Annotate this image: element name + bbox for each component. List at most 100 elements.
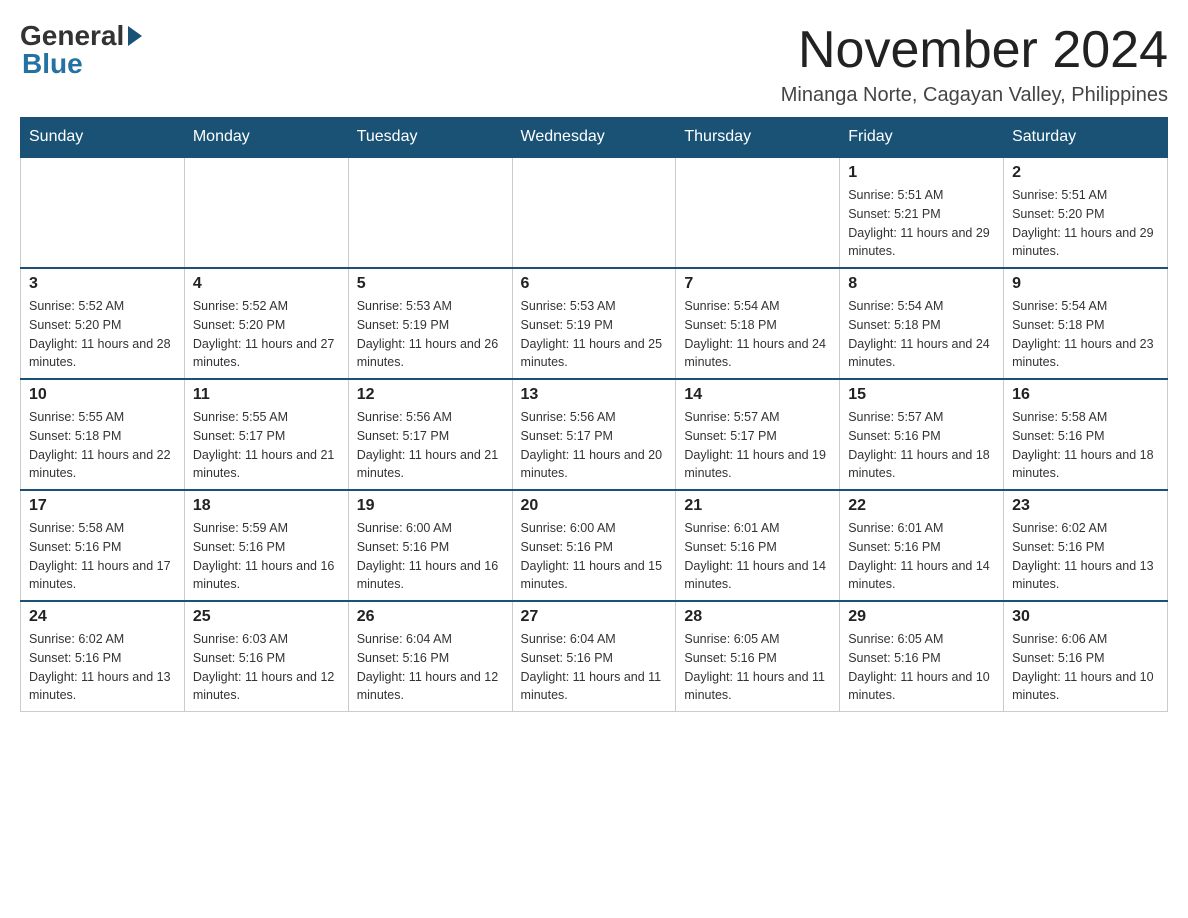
day-info: Sunrise: 6:00 AMSunset: 5:16 PMDaylight:… xyxy=(357,519,504,594)
calendar-day-cell: 26Sunrise: 6:04 AMSunset: 5:16 PMDayligh… xyxy=(348,601,512,712)
day-number: 10 xyxy=(29,386,176,404)
calendar-day-cell: 18 Sunrise: 5:59 AMSunset: 5:16 PMDayligh… xyxy=(184,490,348,601)
day-info: Sunrise: 5:55 AMSunset: 5:17 PMDaylight:… xyxy=(193,408,340,483)
day-info: Sunrise: 5:55 AMSunset: 5:18 PMDaylight:… xyxy=(29,408,176,483)
calendar-day-cell: 1 Sunrise: 5:51 AMSunset: 5:21 PMDaylight… xyxy=(840,157,1004,268)
title-section: November 2024 Minanga Norte, Cagayan Val… xyxy=(781,20,1168,107)
calendar-table: SundayMondayTuesdayWednesdayThursdayFrid… xyxy=(20,117,1168,712)
calendar-week-row: 1 Sunrise: 5:51 AMSunset: 5:21 PMDaylight… xyxy=(21,157,1168,268)
calendar-day-cell: 28 Sunrise: 6:05 AMSunset: 5:16 PMDayligh… xyxy=(676,601,840,712)
calendar-day-cell: 7Sunrise: 5:54 AMSunset: 5:18 PMDaylight… xyxy=(676,268,840,379)
day-number: 18 xyxy=(193,497,340,515)
calendar-day-cell: 27Sunrise: 6:04 AMSunset: 5:16 PMDayligh… xyxy=(512,601,676,712)
calendar-day-cell xyxy=(512,157,676,268)
day-number: 1 xyxy=(848,164,995,182)
day-number: 12 xyxy=(357,386,504,404)
calendar-day-cell: 16 Sunrise: 5:58 AMSunset: 5:16 PMDayligh… xyxy=(1004,379,1168,490)
day-info: Sunrise: 6:03 AMSunset: 5:16 PMDaylight:… xyxy=(193,630,340,705)
day-number: 25 xyxy=(193,608,340,626)
calendar-day-cell: 25 Sunrise: 6:03 AMSunset: 5:16 PMDayligh… xyxy=(184,601,348,712)
calendar-day-cell: 5 Sunrise: 5:53 AMSunset: 5:19 PMDaylight… xyxy=(348,268,512,379)
calendar-day-cell: 24 Sunrise: 6:02 AMSunset: 5:16 PMDayligh… xyxy=(21,601,185,712)
logo-text-blue: Blue xyxy=(22,48,83,80)
day-info: Sunrise: 6:04 AMSunset: 5:16 PMDaylight:… xyxy=(357,630,504,705)
calendar-header-row: SundayMondayTuesdayWednesdayThursdayFrid… xyxy=(21,118,1168,158)
calendar-day-cell: 23 Sunrise: 6:02 AMSunset: 5:16 PMDayligh… xyxy=(1004,490,1168,601)
day-number: 9 xyxy=(1012,275,1159,293)
page-header: General Blue November 2024 Minanga Norte… xyxy=(20,20,1168,107)
day-info: Sunrise: 5:51 AMSunset: 5:21 PMDaylight:… xyxy=(848,186,995,261)
calendar-day-header: Monday xyxy=(184,118,348,158)
day-info: Sunrise: 5:52 AMSunset: 5:20 PMDaylight:… xyxy=(193,297,340,372)
day-number: 24 xyxy=(29,608,176,626)
day-info: Sunrise: 5:56 AMSunset: 5:17 PMDaylight:… xyxy=(521,408,668,483)
day-info: Sunrise: 5:54 AMSunset: 5:18 PMDaylight:… xyxy=(684,297,831,372)
day-info: Sunrise: 5:53 AMSunset: 5:19 PMDaylight:… xyxy=(357,297,504,372)
day-info: Sunrise: 5:59 AMSunset: 5:16 PMDaylight:… xyxy=(193,519,340,594)
calendar-day-cell xyxy=(676,157,840,268)
day-number: 6 xyxy=(521,275,668,293)
day-info: Sunrise: 5:58 AMSunset: 5:16 PMDaylight:… xyxy=(29,519,176,594)
day-number: 5 xyxy=(357,275,504,293)
calendar-day-header: Sunday xyxy=(21,118,185,158)
calendar-day-cell xyxy=(184,157,348,268)
calendar-week-row: 17Sunrise: 5:58 AMSunset: 5:16 PMDayligh… xyxy=(21,490,1168,601)
calendar-day-cell: 19 Sunrise: 6:00 AMSunset: 5:16 PMDayligh… xyxy=(348,490,512,601)
calendar-day-cell: 6 Sunrise: 5:53 AMSunset: 5:19 PMDaylight… xyxy=(512,268,676,379)
calendar-day-header: Thursday xyxy=(676,118,840,158)
day-number: 19 xyxy=(357,497,504,515)
calendar-day-cell: 15 Sunrise: 5:57 AMSunset: 5:16 PMDayligh… xyxy=(840,379,1004,490)
day-info: Sunrise: 6:05 AMSunset: 5:16 PMDaylight:… xyxy=(848,630,995,705)
calendar-day-cell: 14 Sunrise: 5:57 AMSunset: 5:17 PMDayligh… xyxy=(676,379,840,490)
calendar-day-cell: 3 Sunrise: 5:52 AMSunset: 5:20 PMDaylight… xyxy=(21,268,185,379)
calendar-day-cell xyxy=(348,157,512,268)
day-info: Sunrise: 5:57 AMSunset: 5:16 PMDaylight:… xyxy=(848,408,995,483)
logo: General Blue xyxy=(20,20,142,80)
day-number: 11 xyxy=(193,386,340,404)
calendar-week-row: 24 Sunrise: 6:02 AMSunset: 5:16 PMDayligh… xyxy=(21,601,1168,712)
calendar-day-header: Tuesday xyxy=(348,118,512,158)
calendar-week-row: 10 Sunrise: 5:55 AMSunset: 5:18 PMDayligh… xyxy=(21,379,1168,490)
day-number: 16 xyxy=(1012,386,1159,404)
day-info: Sunrise: 5:57 AMSunset: 5:17 PMDaylight:… xyxy=(684,408,831,483)
calendar-day-cell: 2Sunrise: 5:51 AMSunset: 5:20 PMDaylight… xyxy=(1004,157,1168,268)
day-info: Sunrise: 6:02 AMSunset: 5:16 PMDaylight:… xyxy=(29,630,176,705)
calendar-day-cell: 12Sunrise: 5:56 AMSunset: 5:17 PMDayligh… xyxy=(348,379,512,490)
day-number: 3 xyxy=(29,275,176,293)
calendar-day-cell: 13Sunrise: 5:56 AMSunset: 5:17 PMDayligh… xyxy=(512,379,676,490)
day-number: 27 xyxy=(521,608,668,626)
calendar-day-header: Wednesday xyxy=(512,118,676,158)
day-info: Sunrise: 6:02 AMSunset: 5:16 PMDaylight:… xyxy=(1012,519,1159,594)
calendar-day-cell xyxy=(21,157,185,268)
day-info: Sunrise: 5:54 AMSunset: 5:18 PMDaylight:… xyxy=(1012,297,1159,372)
day-number: 14 xyxy=(684,386,831,404)
calendar-day-header: Friday xyxy=(840,118,1004,158)
day-info: Sunrise: 6:06 AMSunset: 5:16 PMDaylight:… xyxy=(1012,630,1159,705)
day-number: 29 xyxy=(848,608,995,626)
day-number: 4 xyxy=(193,275,340,293)
calendar-day-header: Saturday xyxy=(1004,118,1168,158)
calendar-day-cell: 22 Sunrise: 6:01 AMSunset: 5:16 PMDayligh… xyxy=(840,490,1004,601)
calendar-day-cell: 20Sunrise: 6:00 AMSunset: 5:16 PMDayligh… xyxy=(512,490,676,601)
day-info: Sunrise: 6:01 AMSunset: 5:16 PMDaylight:… xyxy=(848,519,995,594)
day-number: 23 xyxy=(1012,497,1159,515)
day-info: Sunrise: 5:54 AMSunset: 5:18 PMDaylight:… xyxy=(848,297,995,372)
calendar-day-cell: 9 Sunrise: 5:54 AMSunset: 5:18 PMDaylight… xyxy=(1004,268,1168,379)
day-number: 15 xyxy=(848,386,995,404)
day-info: Sunrise: 5:53 AMSunset: 5:19 PMDaylight:… xyxy=(521,297,668,372)
day-info: Sunrise: 5:58 AMSunset: 5:16 PMDaylight:… xyxy=(1012,408,1159,483)
month-title: November 2024 xyxy=(781,20,1168,80)
day-info: Sunrise: 6:00 AMSunset: 5:16 PMDaylight:… xyxy=(521,519,668,594)
location-subtitle: Minanga Norte, Cagayan Valley, Philippin… xyxy=(781,84,1168,107)
calendar-day-cell: 29 Sunrise: 6:05 AMSunset: 5:16 PMDayligh… xyxy=(840,601,1004,712)
day-info: Sunrise: 5:52 AMSunset: 5:20 PMDaylight:… xyxy=(29,297,176,372)
calendar-day-cell: 10 Sunrise: 5:55 AMSunset: 5:18 PMDayligh… xyxy=(21,379,185,490)
day-number: 22 xyxy=(848,497,995,515)
calendar-day-cell: 4 Sunrise: 5:52 AMSunset: 5:20 PMDaylight… xyxy=(184,268,348,379)
day-info: Sunrise: 6:05 AMSunset: 5:16 PMDaylight:… xyxy=(684,630,831,705)
day-number: 2 xyxy=(1012,164,1159,182)
day-number: 21 xyxy=(684,497,831,515)
calendar-week-row: 3 Sunrise: 5:52 AMSunset: 5:20 PMDaylight… xyxy=(21,268,1168,379)
day-number: 28 xyxy=(684,608,831,626)
calendar-day-cell: 17Sunrise: 5:58 AMSunset: 5:16 PMDayligh… xyxy=(21,490,185,601)
